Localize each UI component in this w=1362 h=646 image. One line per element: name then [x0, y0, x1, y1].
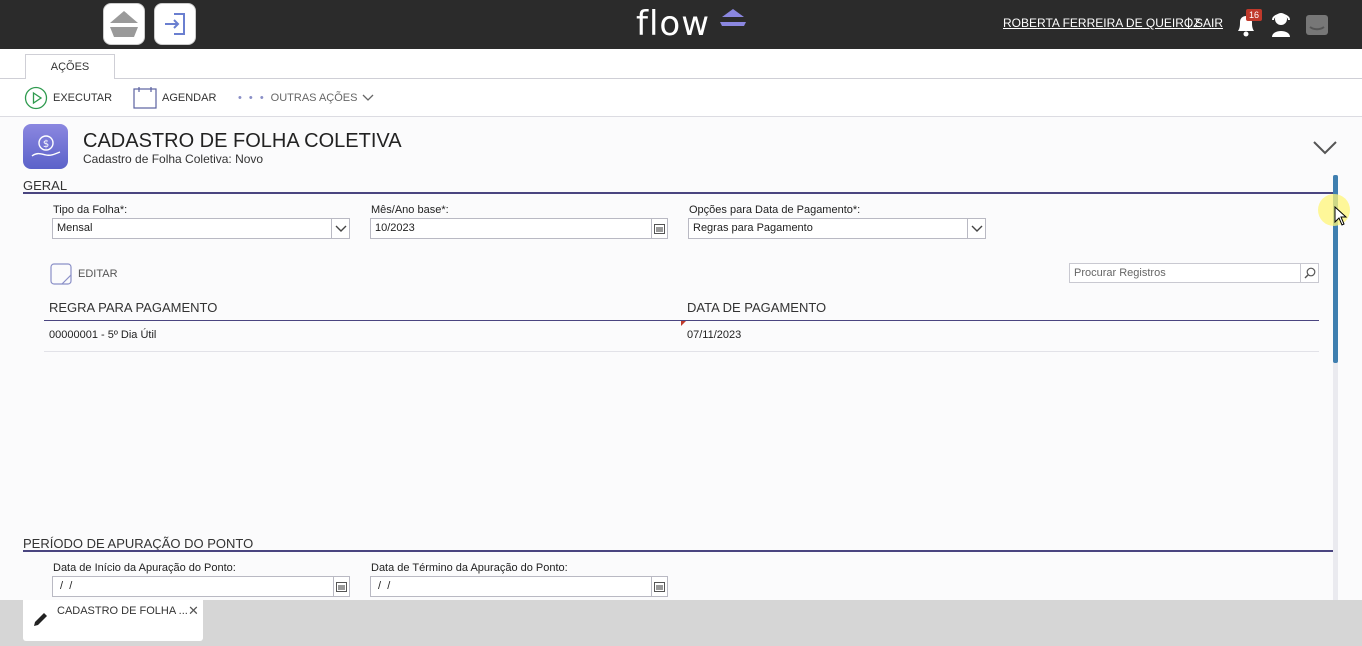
table-cell[interactable]: 00000001 - 5º Dia Útil [49, 329, 156, 341]
mes-ano-input[interactable]: 10/2023 [370, 218, 668, 239]
support-agent-icon[interactable] [1269, 10, 1293, 38]
chevron-down-icon[interactable] [331, 219, 349, 238]
more-actions-label: OUTRAS AÇÕES [270, 92, 358, 104]
inicio-apuracao-input[interactable]: / / [52, 576, 350, 597]
chevron-down-icon[interactable] [967, 219, 985, 238]
search-icon[interactable] [1300, 264, 1318, 282]
execute-button[interactable]: EXECUTAR [24, 86, 113, 110]
section-divider [23, 192, 1333, 194]
opcoes-pagamento-value: Regras para Pagamento [693, 222, 813, 234]
separator: | [1187, 15, 1191, 29]
termino-apuracao-input[interactable]: / / [370, 576, 668, 597]
close-icon[interactable]: ✕ [188, 603, 199, 619]
form-icon: $ [23, 124, 68, 169]
page-title: CADASTRO DE FOLHA COLETIVA [83, 130, 402, 152]
payment-hand-icon: $ [31, 134, 60, 157]
dots-icon: • • • [238, 92, 266, 104]
collapse-chevron-icon[interactable] [1312, 140, 1338, 156]
column-header-regra[interactable]: REGRA PARA PAGAMENTO [49, 300, 217, 315]
flow-logo: flow [636, 4, 746, 44]
tipo-folha-value: Mensal [57, 222, 93, 234]
search-records-input[interactable]: Procurar Registros [1069, 263, 1319, 283]
edit-icon [50, 263, 72, 285]
schedule-button[interactable]: AGENDAR [133, 87, 216, 109]
logo-triangle-icon [720, 9, 746, 26]
section-periodo-title: PERÍODO DE APURAÇÃO DO PONTO [23, 536, 254, 551]
page-subtitle: Cadastro de Folha Coletiva: Novo [83, 152, 264, 166]
tab-strip: AÇÕES [0, 49, 1362, 79]
logout-link[interactable]: SAIR [1195, 16, 1223, 30]
more-actions-dropdown[interactable]: • • • OUTRAS AÇÕES [238, 87, 374, 109]
pencil-icon [34, 613, 47, 626]
open-window-label: CADASTRO DE FOLHA ... [57, 605, 188, 617]
calendar-icon[interactable] [651, 577, 667, 596]
logo-text: flow [636, 4, 711, 44]
search-placeholder: Procurar Registros [1074, 267, 1166, 279]
edit-label: EDITAR [78, 268, 118, 280]
schedule-label: AGENDAR [162, 92, 217, 104]
calendar-icon[interactable] [333, 577, 349, 596]
sign-in-icon [165, 13, 185, 35]
opcoes-pagamento-label: Opções para Data de Pagamento*: [689, 204, 861, 216]
home-button[interactable] [103, 3, 145, 45]
opcoes-pagamento-select[interactable]: Regras para Pagamento [688, 218, 986, 239]
tab-acoes[interactable]: AÇÕES [25, 54, 115, 79]
changed-cell-marker [681, 321, 686, 326]
termino-apuracao-value: / / [375, 580, 391, 592]
top-bar: flow ROBERTA FERREIRA DE QUEIROZ | SAIR … [0, 0, 1362, 49]
cloud-home-icon [110, 11, 138, 37]
play-icon [24, 86, 48, 110]
tipo-folha-label: Tipo da Folha*: [53, 204, 128, 216]
termino-apuracao-label: Data de Término da Apuração do Ponto: [371, 562, 568, 574]
calendar-icon [133, 87, 157, 109]
inicio-apuracao-label: Data de Início da Apuração do Ponto: [53, 562, 236, 574]
table-cell[interactable]: 07/11/2023 [687, 329, 741, 341]
mes-ano-label: Mês/Ano base*: [371, 204, 449, 216]
mouse-cursor-icon [1334, 206, 1348, 226]
inicio-apuracao-value: / / [57, 580, 73, 592]
chat-icon[interactable] [1305, 13, 1329, 37]
mes-ano-value: 10/2023 [375, 222, 415, 234]
table-row-divider [44, 351, 1319, 352]
action-toolbar: EXECUTAR AGENDAR • • • OUTRAS AÇÕES [0, 79, 1362, 117]
execute-label: EXECUTAR [53, 92, 113, 104]
bottom-taskbar [0, 600, 1362, 646]
column-header-data[interactable]: DATA DE PAGAMENTO [687, 300, 826, 315]
notification-badge: 16 [1246, 9, 1263, 21]
svg-text:$: $ [42, 139, 48, 150]
edit-button[interactable]: EDITAR [50, 263, 118, 285]
user-name-link[interactable]: ROBERTA FERREIRA DE QUEIROZ [1003, 16, 1201, 30]
calendar-icon[interactable] [651, 219, 667, 238]
section-divider [23, 550, 1333, 552]
login-button[interactable] [154, 3, 196, 45]
chevron-down-icon [363, 94, 374, 101]
tipo-folha-select[interactable]: Mensal [52, 218, 350, 239]
section-geral-title: GERAL [23, 178, 68, 193]
